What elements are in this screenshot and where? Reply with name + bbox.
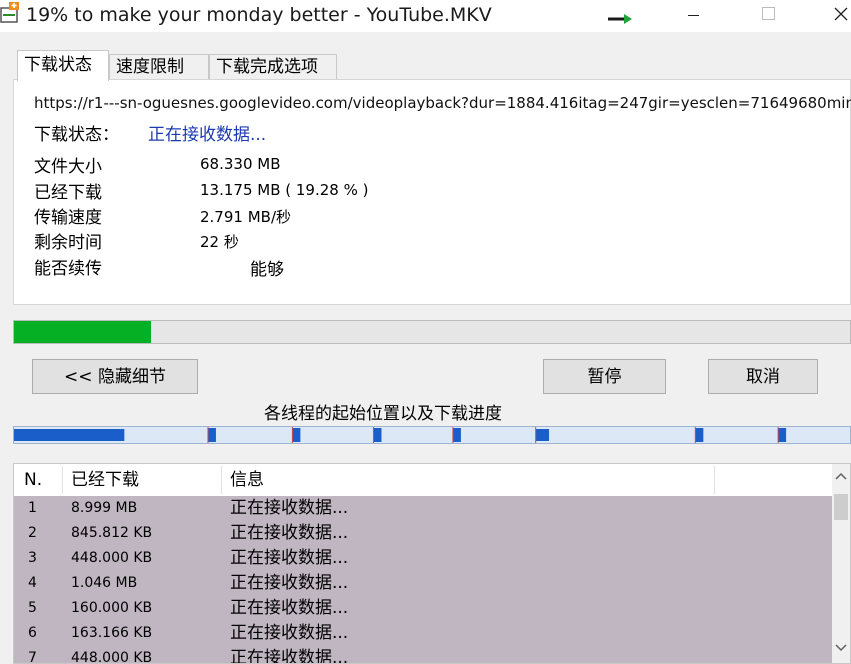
thread-number: 1: [28, 500, 37, 516]
speed-label: 传输速度: [34, 208, 102, 228]
thread-number: 2: [28, 525, 37, 541]
thread-info: 正在接收数据...: [230, 498, 349, 518]
maximize-icon[interactable]: [745, 0, 791, 32]
time-left-value: 22 秒: [200, 233, 239, 251]
thread-progress-segment: [535, 429, 550, 441]
column-header-n[interactable]: N.: [24, 464, 42, 496]
table-row[interactable]: 6 163.166 KB 正在接收数据...: [14, 621, 832, 646]
threads-caption: 各线程的起始位置以及下载进度: [264, 404, 502, 424]
window-title: 19% to make your monday better - YouTube…: [26, 4, 492, 26]
thread-downloaded: 1.046 MB: [71, 575, 138, 591]
download-app-icon: [0, 2, 19, 23]
status-value: 正在接收数据...: [148, 125, 267, 145]
thread-downloaded: 845.812 KB: [71, 525, 153, 541]
title-bar: 19% to make your monday better - YouTube…: [0, 0, 851, 32]
column-divider[interactable]: [714, 466, 715, 494]
table-row[interactable]: 4 1.046 MB 正在接收数据...: [14, 571, 832, 596]
minimize-icon[interactable]: [670, 0, 716, 32]
thread-downloaded: 160.000 KB: [71, 600, 153, 616]
thread-downloaded: 163.166 KB: [71, 625, 153, 641]
column-header-info[interactable]: 信息: [230, 464, 264, 496]
downloaded-label: 已经下载: [34, 183, 102, 203]
thread-info: 正在接收数据...: [230, 523, 349, 543]
hide-details-button[interactable]: << 隐藏细节: [32, 359, 198, 394]
status-panel: https://r1---sn-oguesnes.googlevideo.com…: [13, 79, 851, 305]
cancel-button[interactable]: 取消: [708, 359, 818, 394]
column-header-downloaded[interactable]: 已经下载: [71, 464, 139, 496]
thread-number: 7: [28, 650, 37, 664]
table-row[interactable]: 3 448.000 KB 正在接收数据...: [14, 546, 832, 571]
download-arrow-icon: [608, 14, 632, 24]
table-row[interactable]: 5 160.000 KB 正在接收数据...: [14, 596, 832, 621]
list-scrollbar[interactable]: [832, 464, 850, 663]
downloaded-value: 13.175 MB ( 19.28 % ): [200, 181, 369, 199]
thread-start-marker: [373, 428, 382, 442]
thread-downloaded: 448.000 KB: [71, 650, 153, 664]
thread-number: 5: [28, 600, 37, 616]
table-row[interactable]: 2 845.812 KB 正在接收数据...: [14, 521, 832, 546]
column-divider[interactable]: [62, 466, 63, 494]
thread-downloaded: 8.999 MB: [71, 500, 138, 516]
thread-start-marker: [452, 428, 461, 442]
file-size-label: 文件大小: [34, 157, 102, 177]
status-label: 下载状态：: [34, 125, 119, 145]
thread-start-marker: [778, 428, 787, 442]
thread-info: 正在接收数据...: [230, 598, 349, 618]
scrollbar-thumb[interactable]: [834, 494, 848, 520]
list-body: 1 8.999 MB 正在接收数据... 2 845.812 KB 正在接收数据…: [14, 496, 832, 664]
resume-value: 能够: [250, 260, 284, 280]
tab-completion-options[interactable]: 下载完成选项: [209, 54, 337, 80]
scroll-down-icon[interactable]: [832, 638, 850, 656]
thread-start-marker: [292, 428, 301, 442]
thread-list: N. 已经下载 信息 1 8.999 MB 正在接收数据... 2 845.81…: [13, 463, 851, 664]
close-icon[interactable]: [818, 0, 851, 32]
table-row[interactable]: 7 448.000 KB 正在接收数据...: [14, 646, 832, 664]
time-left-label: 剩余时间: [34, 233, 102, 253]
thread-progress-segment: [14, 429, 125, 441]
thread-info: 正在接收数据...: [230, 623, 349, 643]
download-progress-bar: [13, 320, 851, 344]
thread-number: 3: [28, 550, 37, 566]
thread-number: 6: [28, 625, 37, 641]
thread-info: 正在接收数据...: [230, 573, 349, 593]
thread-number: 4: [28, 575, 37, 591]
thread-info: 正在接收数据...: [230, 648, 349, 664]
thread-start-marker: [207, 428, 216, 442]
tab-speed-limit[interactable]: 速度限制: [109, 54, 209, 80]
thread-start-marker: [695, 428, 704, 442]
file-size-value: 68.330 MB: [200, 155, 281, 173]
speed-value: 2.791 MB/秒: [200, 208, 291, 226]
thread-info: 正在接收数据...: [230, 548, 349, 568]
list-header: N. 已经下载 信息: [14, 464, 832, 496]
thread-segments: [14, 427, 787, 443]
download-url: https://r1---sn-oguesnes.googlevideo.com…: [34, 94, 851, 112]
pause-button[interactable]: 暂停: [543, 359, 666, 394]
column-divider[interactable]: [221, 466, 222, 494]
resume-label: 能否续传: [34, 259, 102, 279]
thread-progress-bar: [13, 426, 851, 444]
table-row[interactable]: 1 8.999 MB 正在接收数据...: [14, 496, 832, 521]
progress-fill: [14, 321, 151, 343]
thread-downloaded: 448.000 KB: [71, 550, 153, 566]
scroll-up-icon[interactable]: [832, 468, 850, 486]
tab-download-status[interactable]: 下载状态: [17, 50, 109, 81]
